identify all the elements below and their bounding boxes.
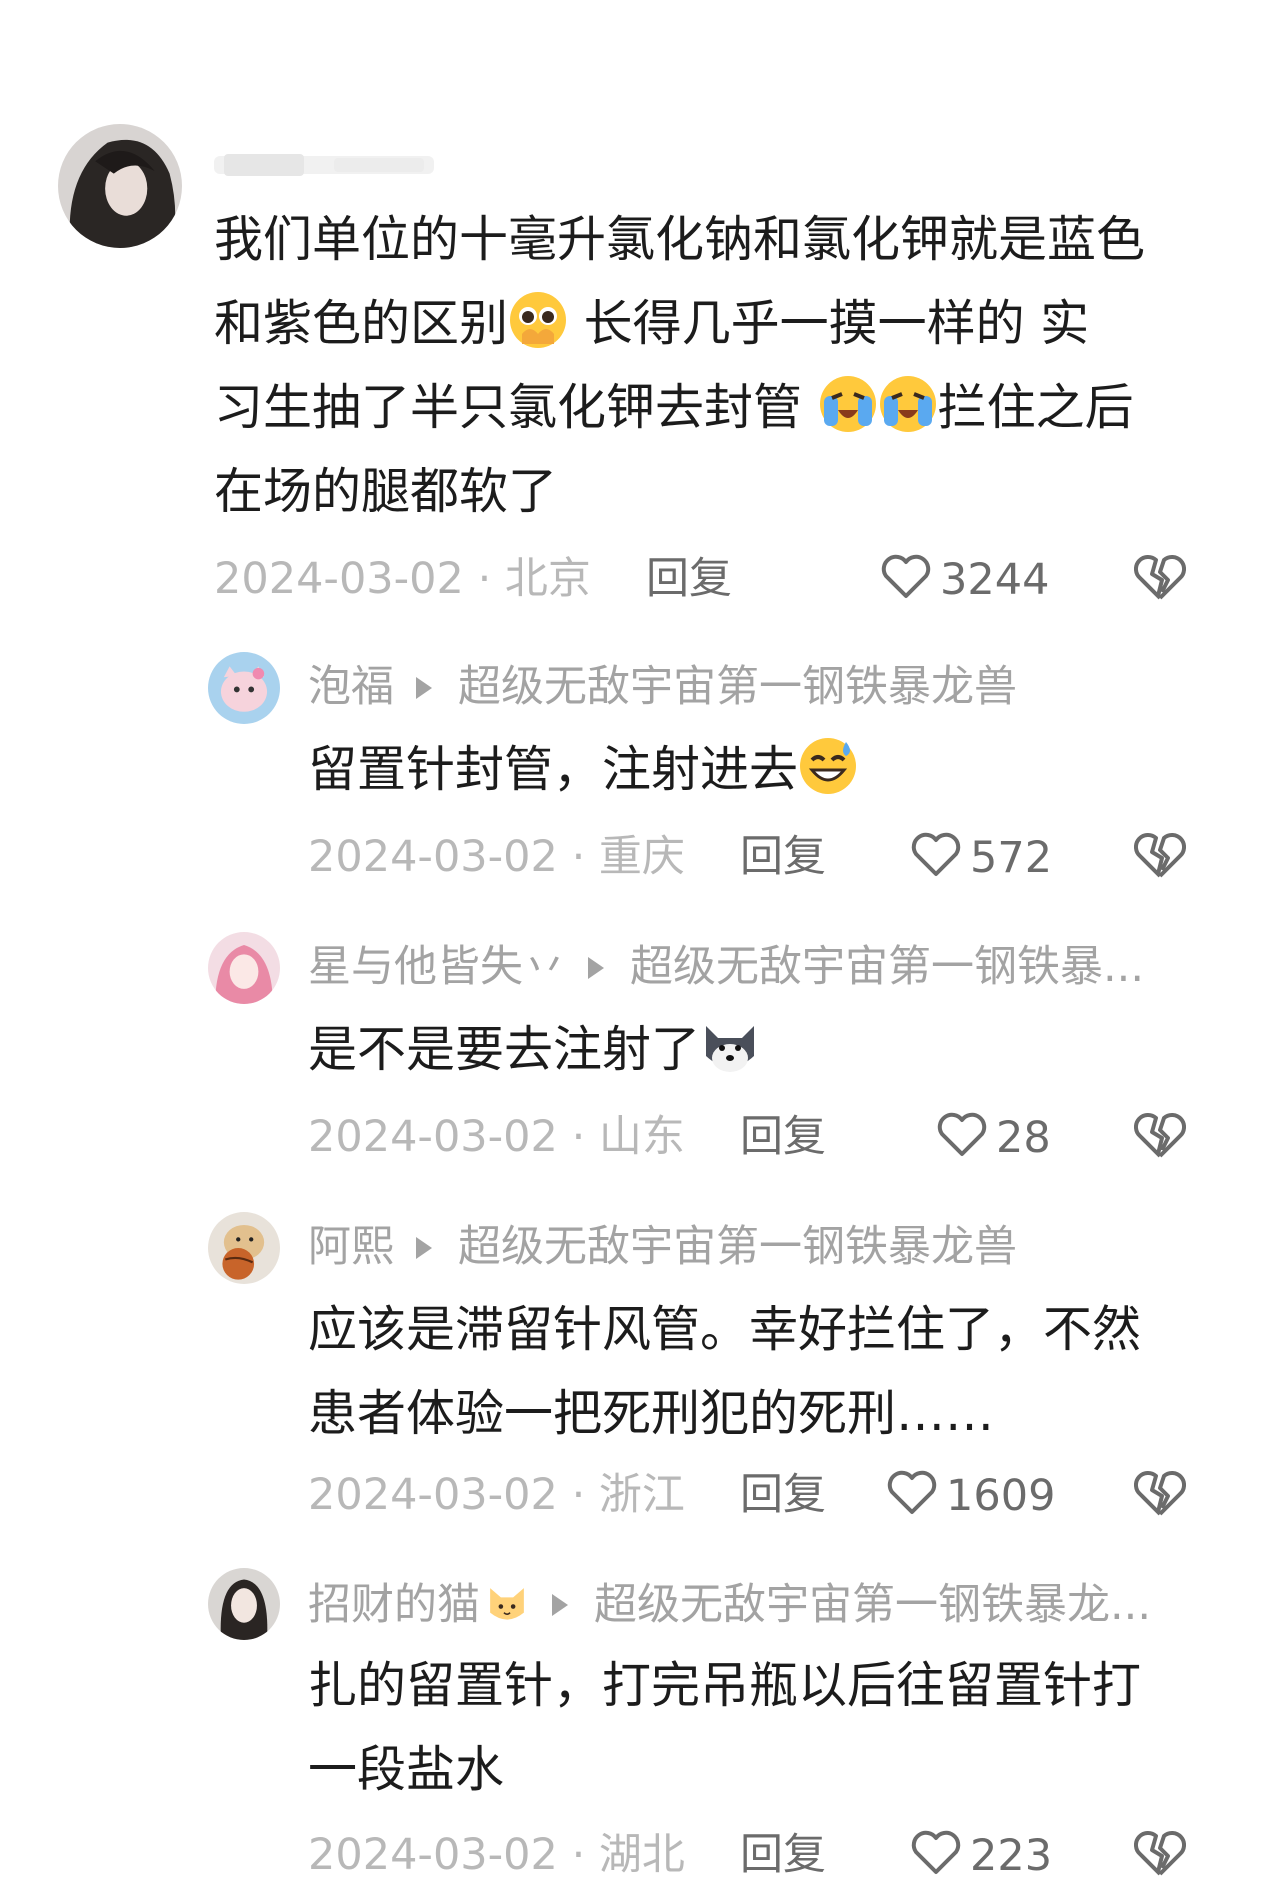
pleading-face-emoji xyxy=(508,290,568,350)
like-count: 223 xyxy=(970,1830,1053,1881)
comment-date: 2024-03-02 xyxy=(308,1112,558,1162)
triangle-right-icon xyxy=(416,1236,432,1259)
broken-heart-icon xyxy=(1133,1470,1187,1522)
dislike-button[interactable] xyxy=(1133,552,1187,602)
reply-header: 阿熙 超级无敌宇宙第一钢铁暴龙兽 xyxy=(308,1226,1017,1269)
username[interactable]: 星与他皆失丷 xyxy=(308,946,566,989)
comment-location: 湖北 xyxy=(598,1830,685,1880)
triangle-right-icon xyxy=(588,956,604,979)
comment-location: 重庆 xyxy=(598,832,685,882)
broken-heart-icon xyxy=(1133,1112,1187,1164)
like-count: 1609 xyxy=(946,1470,1056,1521)
comment-meta: 2024-03-02 · 重庆 xyxy=(308,832,685,882)
comment-date: 2024-03-02 xyxy=(308,1470,558,1520)
heart-outline-icon xyxy=(886,1468,946,1524)
comment-meta: 2024-03-02 · 山东 xyxy=(308,1112,685,1162)
like-count: 3244 xyxy=(940,554,1050,605)
dislike-button[interactable] xyxy=(1133,1828,1187,1878)
reply-to-username[interactable]: 超级无敌宇宙第一钢铁暴龙兽 xyxy=(458,1226,1017,1269)
heart-outline-icon xyxy=(936,1110,996,1166)
like-count: 572 xyxy=(970,832,1053,883)
dislike-button[interactable] xyxy=(1133,830,1187,880)
dislike-button[interactable] xyxy=(1133,1110,1187,1160)
like-button[interactable]: 28 xyxy=(936,1110,1051,1166)
comment-meta: 2024-03-02 · 湖北 xyxy=(308,1830,685,1880)
avatar[interactable] xyxy=(58,124,182,248)
triangle-right-icon xyxy=(552,1594,568,1616)
dislike-button[interactable] xyxy=(1133,1468,1187,1518)
avatar[interactable] xyxy=(208,652,280,724)
like-button[interactable]: 1609 xyxy=(886,1468,1055,1524)
username[interactable]: 泡福 xyxy=(308,666,394,709)
heart-outline-icon xyxy=(880,552,940,608)
cat-face-emoji xyxy=(484,1582,530,1628)
husky-dog-emoji xyxy=(700,1016,760,1076)
heart-outline-icon xyxy=(910,1828,970,1884)
username[interactable]: 招财的猫 xyxy=(308,1583,480,1627)
comment-text: 留置针封管，注射进去 xyxy=(308,728,1228,812)
comment-text: 扎的留置针，打完吊瓶以后往留置针打 一段盐水 xyxy=(308,1657,1142,1798)
loudly-crying-face-emoji xyxy=(878,374,938,434)
comment-location: 山东 xyxy=(598,1112,685,1162)
comment-date: 2024-03-02 xyxy=(308,1830,558,1880)
heart-outline-icon xyxy=(910,830,970,886)
broken-heart-icon xyxy=(1133,1830,1187,1882)
reply-header: 星与他皆失丷 超级无敌宇宙第一钢铁暴... xyxy=(308,946,1144,989)
avatar[interactable] xyxy=(208,1568,280,1640)
comment-text: 我们单位的十毫升氯化钠和氯化钾就是蓝色 和紫色的区别 长得几乎一摸一样的 实 习… xyxy=(214,211,1146,520)
like-count: 28 xyxy=(996,1112,1051,1163)
comment-meta: 2024-03-02 · 浙江 xyxy=(308,1470,685,1520)
comment-location: 浙江 xyxy=(598,1470,685,1520)
reply-to-username[interactable]: 超级无敌宇宙第一钢铁暴龙... xyxy=(594,1583,1151,1627)
reply-to-username[interactable]: 超级无敌宇宙第一钢铁暴龙兽 xyxy=(458,666,1017,709)
like-button[interactable]: 223 xyxy=(910,1828,1052,1884)
reply-button[interactable]: 回复 xyxy=(646,558,732,601)
username-blurred[interactable] xyxy=(214,150,434,180)
comment-text: 应该是滞留针风管。幸好拦住了，不然 患者体验一把死刑犯的死刑…… xyxy=(308,1301,1142,1442)
reply-header: 招财的猫 超级无敌宇宙第一钢铁暴龙... xyxy=(308,1582,1151,1628)
avatar[interactable] xyxy=(208,1212,280,1284)
reply-button[interactable]: 回复 xyxy=(740,1834,826,1877)
comment-text: 是不是要去注射了 xyxy=(308,1008,1228,1092)
reply-to-username[interactable]: 超级无敌宇宙第一钢铁暴... xyxy=(630,946,1144,989)
reply-button[interactable]: 回复 xyxy=(740,1116,826,1159)
broken-heart-icon xyxy=(1133,832,1187,884)
triangle-right-icon xyxy=(416,676,432,699)
like-button[interactable]: 572 xyxy=(910,830,1052,886)
reply-header: 泡福 超级无敌宇宙第一钢铁暴龙兽 xyxy=(308,666,1017,709)
comment-date: 2024-03-02 xyxy=(214,554,464,604)
like-button[interactable]: 3244 xyxy=(880,552,1049,608)
comment-location: 北京 xyxy=(504,554,591,604)
grinning-sweat-emoji xyxy=(798,736,858,796)
comment-date: 2024-03-02 xyxy=(308,832,558,882)
broken-heart-icon xyxy=(1133,554,1187,606)
username[interactable]: 阿熙 xyxy=(308,1226,394,1269)
avatar[interactable] xyxy=(208,932,280,1004)
comment-meta: 2024-03-02 · 北京 xyxy=(214,554,591,604)
reply-button[interactable]: 回复 xyxy=(740,1474,826,1517)
loudly-crying-face-emoji xyxy=(818,374,878,434)
reply-button[interactable]: 回复 xyxy=(740,836,826,879)
